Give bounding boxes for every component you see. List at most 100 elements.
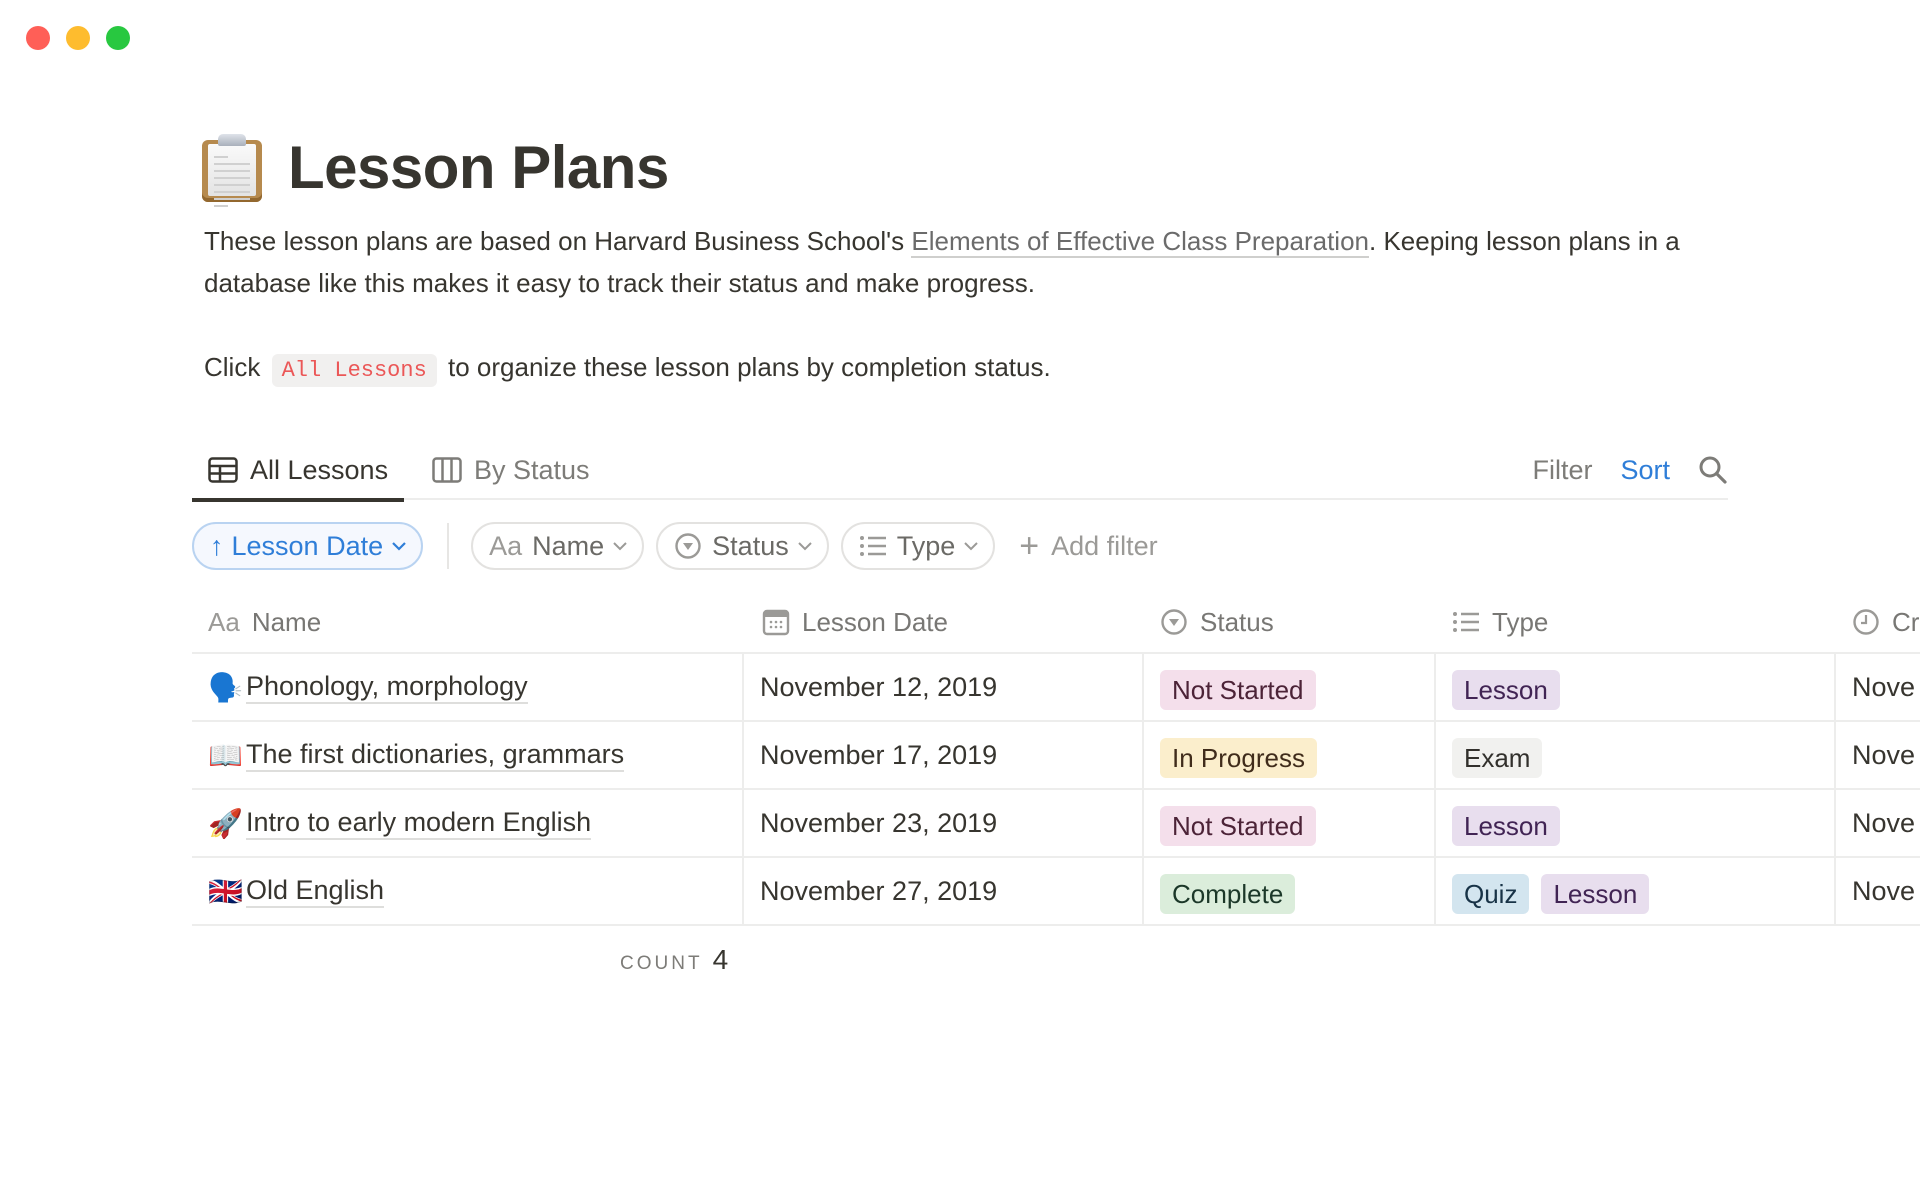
sort-pill-label: Lesson Date: [231, 530, 384, 561]
page-emoji-icon: 🗣️: [208, 671, 243, 703]
column-header-lesson-date[interactable]: Lesson Date: [762, 590, 948, 654]
column-label: Lesson Date: [802, 606, 948, 637]
view-tools: Filter Sort: [1532, 440, 1728, 500]
lesson-name-link[interactable]: Phonology, morphology: [246, 670, 528, 704]
page-description: These lesson plans are based on Harvard …: [204, 220, 1724, 304]
cell-status[interactable]: In Progress: [1160, 722, 1329, 788]
page-emoji-icon: 📖: [208, 739, 243, 771]
cell-type[interactable]: Quiz Lesson: [1452, 858, 1661, 924]
column-header-status[interactable]: Status: [1160, 590, 1274, 654]
pill-label: Type: [896, 530, 956, 561]
cell-name[interactable]: 🇬🇧 Old English: [208, 858, 385, 924]
column-label: Name: [251, 606, 322, 637]
column-header-created[interactable]: Cr: [1852, 590, 1919, 654]
filter-button[interactable]: Filter: [1532, 455, 1592, 486]
cell-created[interactable]: Nove: [1852, 858, 1915, 924]
cell-type[interactable]: Lesson: [1452, 654, 1572, 720]
page-emoji-icon: 🚀: [208, 807, 243, 839]
column-divider: [1834, 858, 1836, 926]
status-badge: Not Started: [1160, 806, 1316, 846]
column-divider: [1142, 722, 1144, 790]
divider: [447, 523, 450, 569]
type-tag: Quiz: [1452, 874, 1530, 914]
hbs-link[interactable]: Elements of Effective Class Preparation: [911, 226, 1369, 258]
table-row[interactable]: 📖 The first dictionaries, grammars Novembe…: [192, 722, 1920, 790]
column-divider: [1834, 722, 1836, 790]
cell-lesson-date[interactable]: November 17, 2019: [760, 722, 997, 788]
table-body: 🗣️ Phonology, morphology November 12, 2019…: [192, 654, 1920, 926]
window-controls: [26, 26, 130, 50]
cell-type[interactable]: Lesson: [1452, 790, 1572, 856]
column-label: Cr: [1892, 606, 1920, 637]
maximize-window-button[interactable]: [106, 26, 130, 50]
chevron-down-icon: [964, 542, 978, 551]
inline-code: All Lessons: [271, 354, 437, 387]
lesson-name-link[interactable]: Intro to early modern English: [246, 806, 592, 840]
tab-all-lessons[interactable]: All Lessons: [191, 440, 405, 502]
cell-status[interactable]: Not Started: [1160, 790, 1328, 856]
cell-type[interactable]: Exam: [1452, 722, 1554, 788]
table-icon: [208, 457, 238, 483]
cell-created[interactable]: Nove: [1852, 654, 1915, 720]
status-badge: Not Started: [1160, 670, 1316, 710]
status-badge: Complete: [1160, 874, 1296, 914]
cell-status[interactable]: Complete: [1160, 858, 1307, 924]
filter-type-pill[interactable]: Type: [840, 522, 996, 570]
type-tag: Lesson: [1541, 874, 1650, 914]
cell-status[interactable]: Not Started: [1160, 654, 1328, 720]
column-divider: [1142, 654, 1144, 722]
sort-lesson-date-pill[interactable]: ↑ Lesson Date: [192, 522, 424, 570]
lessons-table: Aa Name Lesson Date Status Type Cr 🗣️ Pho…: [192, 590, 1920, 926]
search-icon[interactable]: [1698, 455, 1728, 485]
lesson-name-link[interactable]: Old English: [246, 874, 385, 908]
column-divider: [1434, 858, 1436, 926]
column-divider: [1834, 654, 1836, 722]
count-label: COUNT: [620, 953, 703, 974]
cell-created[interactable]: Nove: [1852, 722, 1915, 788]
filter-name-pill[interactable]: Aa Name: [471, 522, 645, 570]
status-icon: [675, 533, 701, 559]
table-header: Aa Name Lesson Date Status Type Cr: [192, 590, 1920, 654]
cell-created[interactable]: Nove: [1852, 790, 1915, 856]
clock-icon: [1852, 608, 1880, 636]
chevron-down-icon: [613, 542, 627, 551]
minimize-window-button[interactable]: [66, 26, 90, 50]
cell-name[interactable]: 📖 The first dictionaries, grammars: [208, 722, 625, 788]
count-value: 4: [712, 944, 729, 975]
page-title[interactable]: Lesson Plans: [288, 133, 669, 202]
column-divider: [742, 790, 744, 858]
column-header-type[interactable]: Type: [1452, 590, 1548, 654]
clipboard-icon[interactable]: [200, 132, 264, 207]
sort-filter-bar: ↑ Lesson Date Aa Name Status Type + Add …: [192, 522, 1158, 570]
table-row[interactable]: 🗣️ Phonology, morphology November 12, 2019…: [192, 654, 1920, 722]
page-header: Lesson Plans: [200, 132, 669, 207]
cell-lesson-date[interactable]: November 12, 2019: [760, 654, 997, 720]
pill-label: Name: [532, 530, 605, 561]
column-divider: [1434, 654, 1436, 722]
chevron-down-icon: [392, 542, 406, 551]
status-icon: [1160, 608, 1188, 636]
sort-button[interactable]: Sort: [1620, 455, 1670, 486]
type-tag: Exam: [1452, 738, 1543, 778]
description-text: These lesson plans are based on Harvard …: [204, 226, 912, 256]
table-row[interactable]: 🚀 Intro to early modern English November 2…: [192, 790, 1920, 858]
lesson-name-link[interactable]: The first dictionaries, grammars: [246, 738, 625, 772]
tab-by-status[interactable]: By Status: [432, 440, 590, 500]
add-filter-button[interactable]: + Add filter: [1019, 527, 1157, 566]
cell-name[interactable]: 🚀 Intro to early modern English: [208, 790, 592, 856]
page-emoji-icon: 🇬🇧: [208, 875, 243, 907]
cell-lesson-date[interactable]: November 27, 2019: [760, 858, 997, 924]
count-summary[interactable]: COUNT 4: [620, 944, 728, 976]
text-property-icon: Aa: [208, 606, 240, 637]
column-divider: [742, 722, 744, 790]
cell-lesson-date[interactable]: November 23, 2019: [760, 790, 997, 856]
cell-name[interactable]: 🗣️ Phonology, morphology: [208, 654, 528, 720]
column-divider: [1834, 790, 1836, 858]
column-header-name[interactable]: Aa Name: [208, 590, 321, 654]
filter-status-pill[interactable]: Status: [656, 522, 829, 570]
column-label: Type: [1492, 606, 1549, 637]
close-window-button[interactable]: [26, 26, 50, 50]
column-divider: [1142, 858, 1144, 926]
table-row[interactable]: 🇬🇧 Old English November 27, 2019 Complete Qu…: [192, 858, 1920, 926]
pill-label: Status: [712, 530, 789, 561]
